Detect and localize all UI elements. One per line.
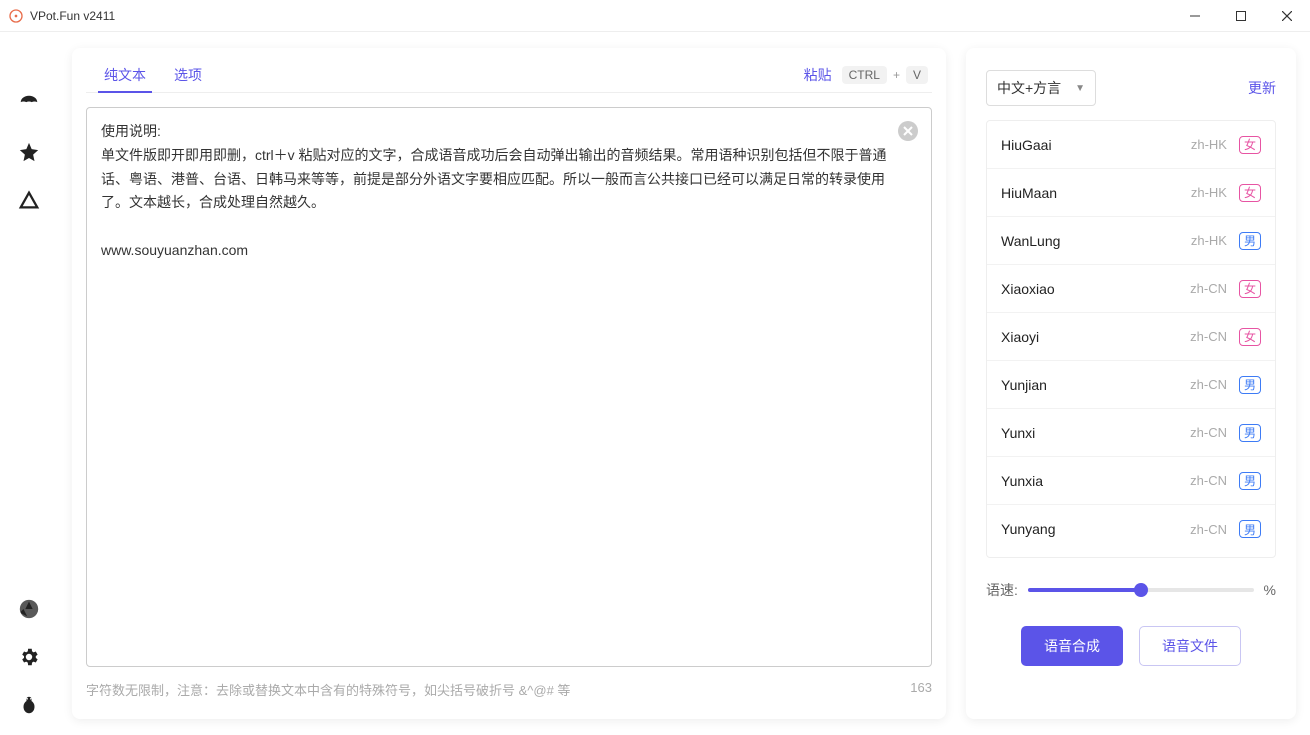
clear-button[interactable] (898, 121, 918, 141)
text-input[interactable] (86, 107, 932, 667)
minimize-button[interactable] (1172, 0, 1218, 32)
voice-lang: zh-CN (1190, 522, 1227, 537)
synthesize-button[interactable]: 语音合成 (1021, 626, 1123, 666)
voice-name: Xiaoxiao (1001, 281, 1190, 297)
triangle-icon[interactable] (17, 188, 41, 212)
tabs: 纯文本 选项 粘贴 CTRL + V (86, 58, 932, 93)
gender-badge: 男 (1239, 424, 1261, 442)
voice-lang: zh-HK (1191, 137, 1227, 152)
update-button[interactable]: 更新 (1248, 78, 1276, 98)
app-logo-icon (8, 8, 24, 24)
titlebar: VPot.Fun v2411 (0, 0, 1310, 32)
gender-badge: 女 (1239, 280, 1261, 298)
tab-plaintext[interactable]: 纯文本 (90, 58, 160, 92)
voice-item[interactable]: Xiaoyizh-CN 女 (987, 313, 1275, 361)
voice-lang: zh-CN (1190, 377, 1227, 392)
voice-lang: zh-CN (1190, 473, 1227, 488)
aperture-icon[interactable] (17, 597, 41, 621)
voice-item[interactable]: Yunxiazh-CN 男 (987, 457, 1275, 505)
voice-name: Yunxi (1001, 425, 1190, 441)
umbrella-icon[interactable] (17, 92, 41, 116)
voice-item[interactable]: WanLungzh-HK 男 (987, 217, 1275, 265)
window-controls (1172, 0, 1310, 32)
language-select[interactable]: 中文+方言 ▼ (986, 70, 1096, 106)
voice-item[interactable]: Yunxizh-CN 男 (987, 409, 1275, 457)
gender-badge: 男 (1239, 376, 1261, 394)
char-count: 163 (910, 680, 932, 699)
maximize-button[interactable] (1218, 0, 1264, 32)
voice-lang: zh-CN (1190, 281, 1227, 296)
paste-button[interactable]: 粘贴 (804, 65, 832, 85)
gender-badge: 女 (1239, 136, 1261, 154)
chevron-down-icon: ▼ (1075, 83, 1085, 94)
voice-list[interactable]: HiuGaaizh-HK女HiuMaanzh-HK女WanLungzh-HK男X… (986, 120, 1276, 558)
gender-badge: 女 (1239, 184, 1261, 202)
slider-thumb[interactable] (1134, 583, 1148, 597)
kbd-ctrl: CTRL (842, 66, 887, 84)
window-title: VPot.Fun v2411 (30, 9, 115, 23)
voice-name: Yunyang (1001, 521, 1190, 537)
tab-options[interactable]: 选项 (160, 58, 216, 92)
gender-badge: 男 (1239, 232, 1261, 250)
voice-item[interactable]: Yunjianzh-CN 男 (987, 361, 1275, 409)
voice-item[interactable]: Xiaoxiaozh-CN 女 (987, 265, 1275, 313)
close-button[interactable] (1264, 0, 1310, 32)
gender-badge: 男 (1239, 472, 1261, 490)
speed-percent: % (1264, 582, 1276, 598)
sidebar (0, 32, 58, 735)
voice-lang: zh-CN (1190, 329, 1227, 344)
voice-name: WanLung (1001, 233, 1191, 249)
voice-item[interactable]: HiuGaaizh-HK 女 (987, 121, 1275, 169)
kbd-plus: + (893, 68, 900, 82)
voice-name: Yunjian (1001, 377, 1190, 393)
footer-hint: 字符数无限制，注意：去除或替换文本中含有的特殊符号，如尖括号破折号 &^@# 等 (86, 680, 570, 699)
language-value: 中文+方言 (997, 78, 1061, 98)
gender-badge: 男 (1239, 520, 1261, 538)
speed-label: 语速: (986, 580, 1018, 600)
voice-lang: zh-HK (1191, 185, 1227, 200)
gender-badge: 女 (1239, 328, 1261, 346)
speed-slider[interactable] (1028, 588, 1254, 592)
star-icon[interactable] (17, 140, 41, 164)
bug-icon[interactable] (17, 693, 41, 717)
voice-name: Xiaoyi (1001, 329, 1190, 345)
voice-name: Yunxia (1001, 473, 1190, 489)
kbd-v: V (906, 66, 928, 84)
voice-item[interactable]: HiuMaanzh-HK 女 (987, 169, 1275, 217)
voice-item[interactable]: Yunyangzh-CN 男 (987, 505, 1275, 553)
voice-lang: zh-CN (1190, 425, 1227, 440)
gear-icon[interactable] (17, 645, 41, 669)
voice-name: HiuGaai (1001, 137, 1191, 153)
voice-name: HiuMaan (1001, 185, 1191, 201)
voice-file-button[interactable]: 语音文件 (1139, 626, 1241, 666)
text-panel: 纯文本 选项 粘贴 CTRL + V 字符数无限制，注意：去除或替换文本中含有的… (72, 48, 946, 719)
voice-lang: zh-HK (1191, 233, 1227, 248)
voice-panel: 中文+方言 ▼ 更新 HiuGaaizh-HK女HiuMaanzh-HK女Wan… (966, 48, 1296, 719)
